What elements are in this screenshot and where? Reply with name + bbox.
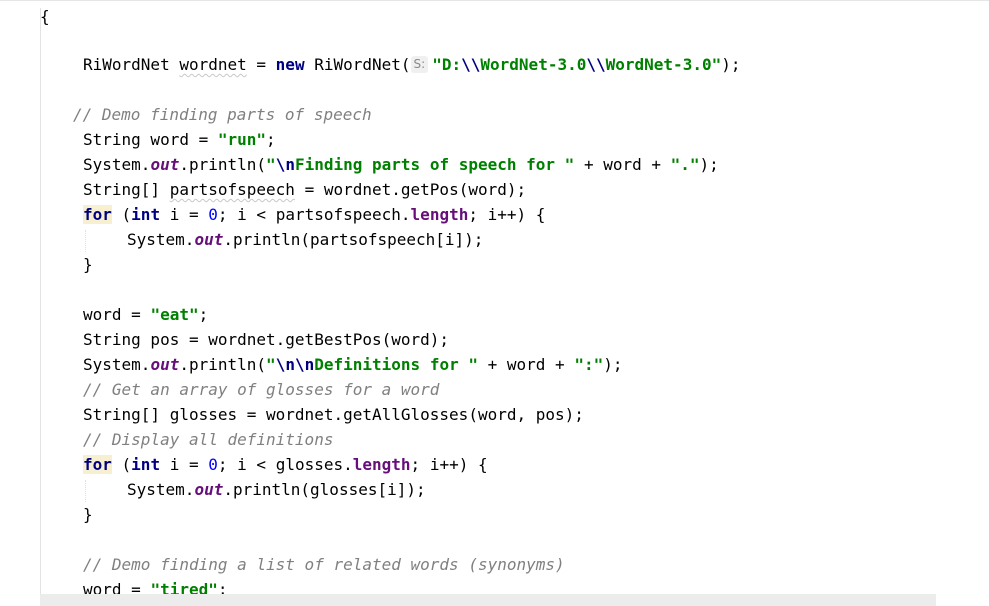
code-token: System. — [83, 155, 151, 174]
code-token: // Demo finding a list of related words … — [83, 555, 565, 574]
code-token: + word + — [574, 155, 671, 174]
code-line[interactable]: System.out.println("\n\nDefinitions for … — [83, 352, 622, 377]
code-token: \\ — [586, 55, 606, 74]
code-line[interactable]: System.out.println(partsofspeech[i]); — [127, 227, 483, 252]
code-token: word = — [83, 305, 151, 324]
code-token: } — [83, 505, 93, 524]
code-token: ":" — [574, 355, 604, 374]
code-line[interactable]: System.out.println(glosses[i]); — [127, 477, 426, 502]
code-token: System. — [127, 480, 195, 499]
code-token: // Display all definitions — [83, 430, 334, 449]
code-token: "eat" — [150, 305, 199, 324]
code-token: for — [83, 205, 112, 224]
code-token: i = — [160, 455, 209, 474]
code-token: int — [131, 205, 161, 224]
code-token: System. — [127, 230, 195, 249]
code-token: ); — [603, 355, 623, 374]
gutter-divider — [40, 8, 41, 606]
code-token: length — [352, 455, 411, 474]
code-token: 0 — [208, 455, 218, 474]
code-token: .println(partsofspeech[i]); — [223, 230, 484, 249]
code-token: out — [194, 480, 224, 499]
code-token: .println( — [179, 355, 267, 374]
code-line[interactable]: // Display all definitions — [83, 427, 333, 452]
code-token: ; i++) { — [410, 455, 488, 474]
code-line[interactable]: for (int i = 0; i < glosses.length; i++)… — [83, 452, 488, 477]
code-token: RiWordNet( — [304, 55, 411, 74]
horizontal-scrollbar[interactable] — [40, 594, 936, 606]
code-token: .println( — [179, 155, 267, 174]
code-line[interactable]: word = "eat"; — [83, 302, 208, 327]
code-token: i = — [160, 205, 209, 224]
code-token: String word = — [83, 130, 218, 149]
code-token: String pos = wordnet.getBestPos(word); — [83, 330, 450, 349]
code-line[interactable]: // Demo finding a list of related words … — [83, 552, 565, 577]
code-token: + word + — [477, 355, 575, 374]
code-token: " — [266, 355, 276, 374]
code-token: int — [131, 455, 161, 474]
code-token: "D: — [432, 55, 462, 74]
code-token: 0 — [208, 205, 218, 224]
code-editor[interactable]: { RiWordNet wordnet = new RiWordNet(S: "D:… — [0, 0, 989, 606]
code-token: System. — [83, 355, 151, 374]
code-token: ; — [266, 130, 276, 149]
code-line[interactable]: // Demo finding parts of speech — [73, 102, 372, 127]
parameter-hint: S: — [410, 56, 429, 73]
code-token: = wordnet.getPos(word); — [294, 180, 527, 199]
code-token: ); — [721, 55, 741, 74]
code-token: ; — [198, 305, 209, 324]
code-token: } — [83, 255, 93, 274]
code-line[interactable]: String[] partsofspeech = wordnet.getPos(… — [83, 177, 526, 202]
code-token: String[] — [83, 180, 170, 199]
code-line[interactable]: System.out.println("\nFinding parts of s… — [83, 152, 719, 177]
code-token: ); — [699, 155, 719, 174]
code-token: for — [83, 455, 112, 474]
code-line[interactable]: String[] glosses = wordnet.getAllGlosses… — [83, 402, 584, 427]
code-line[interactable]: String word = "run"; — [83, 127, 276, 152]
code-line[interactable]: { — [40, 4, 50, 29]
code-token: = — [246, 55, 276, 74]
code-token: wordnet — [179, 55, 247, 74]
code-token: length — [410, 205, 469, 224]
editor-top-border — [0, 0, 989, 1]
code-token: "." — [670, 155, 700, 174]
code-token: { — [40, 7, 50, 26]
code-token: \n\n — [275, 355, 315, 374]
code-token: ; i < glosses. — [217, 455, 353, 474]
code-token: WordNet-3.0" — [605, 55, 722, 74]
code-token: // Demo finding parts of speech — [73, 105, 372, 124]
code-token: .println(glosses[i]); — [223, 480, 426, 499]
code-line[interactable]: for (int i = 0; i < partsofspeech.length… — [83, 202, 545, 227]
code-token: out — [194, 230, 224, 249]
code-token: "run" — [217, 130, 267, 149]
code-token: ; i++) { — [468, 205, 546, 224]
code-token: String[] glosses = wordnet.getAllGlosses… — [83, 405, 584, 424]
code-token: // Get an array of glosses for a word — [83, 380, 440, 399]
code-token: ( — [111, 455, 132, 474]
indent-guide — [85, 230, 86, 252]
code-token: partsofspeech — [169, 180, 295, 199]
code-token: \n — [275, 155, 295, 174]
code-token: out — [150, 155, 180, 174]
code-line[interactable]: } — [83, 502, 93, 527]
code-token: Definitions for " — [314, 355, 478, 374]
code-token: " — [266, 155, 276, 174]
code-token: ( — [111, 205, 132, 224]
indent-guide — [85, 480, 86, 502]
code-line[interactable]: RiWordNet wordnet = new RiWordNet(S: "D:\… — [83, 52, 740, 77]
code-token: out — [150, 355, 180, 374]
code-token: ; i < partsofspeech. — [217, 205, 411, 224]
code-line[interactable]: } — [83, 252, 93, 277]
code-token: new — [275, 55, 305, 74]
code-token: Finding parts of speech for " — [294, 155, 575, 174]
code-token: RiWordNet — [83, 55, 180, 74]
code-line[interactable]: String pos = wordnet.getBestPos(word); — [83, 327, 449, 352]
code-token: WordNet-3.0 — [480, 55, 587, 74]
code-line[interactable]: // Get an array of glosses for a word — [83, 377, 439, 402]
code-token: \\ — [461, 55, 481, 74]
